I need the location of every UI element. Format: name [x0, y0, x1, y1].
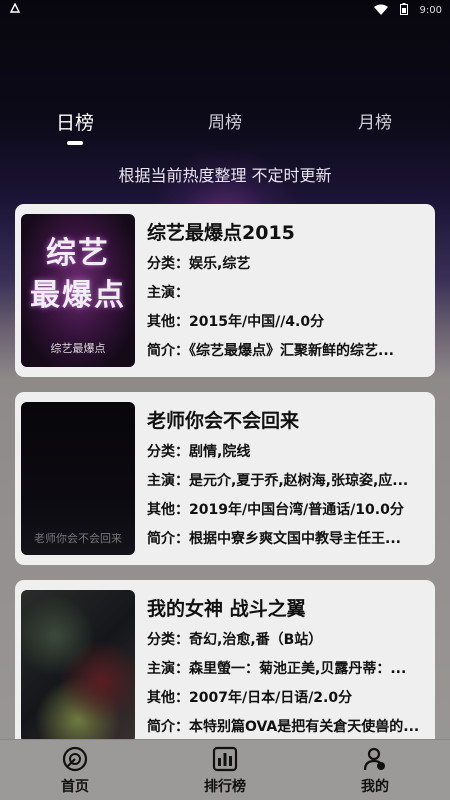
wifi-icon [373, 4, 388, 18]
movie-intro: 简介：本特别篇OVA是把有关倉天使兽的... [147, 719, 420, 735]
movie-category: 分类：剧情,院线 [147, 444, 251, 460]
nav-ranking[interactable]: 排行榜 [185, 746, 265, 796]
movie-title: 老师你会不会回来 [147, 410, 300, 432]
movie-category: 分类：娱乐,综艺 [147, 256, 251, 272]
movie-poster: 老师你会不会回来 [21, 402, 135, 555]
movie-other: 其他：2015年/中国//4.0分 [147, 314, 325, 330]
movie-other: 其他：2007年/日本/日语/2.0分 [147, 690, 353, 706]
movie-other: 其他：2019年/中国台湾/普通话/10.0分 [147, 502, 404, 518]
movie-poster [21, 590, 135, 743]
nav-label: 排行榜 [204, 779, 246, 795]
movie-title: 我的女神 战斗之翼 [147, 598, 306, 620]
active-tab-indicator [67, 141, 83, 145]
poster-caption: 综艺最爆点 [50, 342, 106, 355]
nav-profile[interactable]: 我的 [335, 746, 415, 796]
home-icon [62, 746, 88, 772]
movie-cast: 主演：是元介,夏于乔,赵树海,张琼姿,应... [147, 473, 409, 489]
tab-weekly[interactable]: 周榜 [208, 108, 242, 133]
movie-title: 综艺最爆点2015 [147, 222, 295, 244]
bottom-navigation: 首页 排行榜 我的 [0, 739, 450, 800]
movie-intro: 简介：《综艺最爆点》汇聚新鲜的综艺... [147, 343, 394, 359]
battery-icon [399, 3, 408, 18]
movie-card[interactable]: 老师你会不会回来 老师你会不会回来 分类：剧情,院线 主演：是元介,夏于乔,赵树… [15, 392, 435, 565]
poster-caption: 老师你会不会回来 [34, 532, 122, 545]
status-time: 9:00 [419, 5, 442, 16]
status-bar: 9:00 [0, 0, 450, 20]
nav-label: 我的 [361, 779, 389, 795]
movie-cast: 主演： [147, 285, 189, 301]
tab-monthly[interactable]: 月榜 [358, 108, 392, 133]
profile-icon [362, 746, 388, 772]
tab-daily[interactable]: 日榜 [56, 108, 94, 135]
movie-category: 分类：奇幻,治愈,番（B站） [147, 632, 323, 648]
poster-title-line: 最爆点 [30, 278, 126, 313]
nav-label: 首页 [61, 779, 89, 795]
ranking-subtitle: 根据当前热度整理 不定时更新 [118, 166, 332, 185]
notification-icon [9, 2, 21, 16]
movie-card[interactable]: 综艺 最爆点 综艺最爆点 综艺最爆点2015 分类：娱乐,综艺 主演： 其他：2… [15, 204, 435, 377]
movie-card[interactable]: 我的女神 战斗之翼 分类：奇幻,治愈,番（B站） 主演：森里螢一：菊池正美,贝露… [15, 580, 435, 753]
poster-title-line: 综艺 [46, 236, 110, 271]
movie-poster: 综艺 最爆点 综艺最爆点 [21, 214, 135, 367]
movie-intro: 简介：根据中寮乡爽文国中教导主任王... [147, 531, 401, 547]
ranking-icon [212, 746, 238, 772]
movie-cast: 主演：森里螢一：菊池正美,贝露丹蒂：... [147, 661, 407, 677]
nav-home[interactable]: 首页 [35, 746, 115, 796]
